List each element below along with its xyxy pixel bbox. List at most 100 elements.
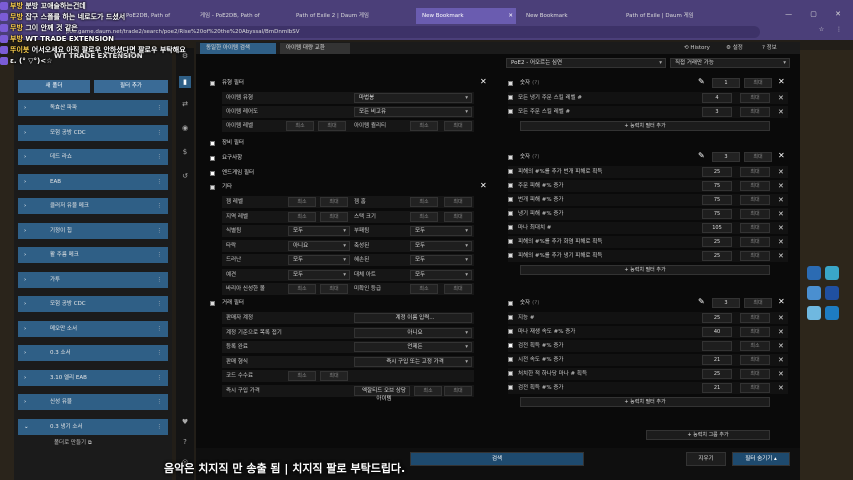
- min-input[interactable]: 최소: [288, 371, 316, 381]
- stat-checkbox[interactable]: [508, 357, 513, 362]
- section-title[interactable]: 엔드게임 필터: [222, 168, 254, 176]
- league-select[interactable]: PoE2 - 어오르는 심연 ▾: [506, 58, 666, 68]
- tab-bulk-exchange[interactable]: 아이템 대량 교환: [280, 43, 350, 54]
- stat-min-input[interactable]: 21: [702, 355, 732, 365]
- help-icon[interactable]: ?: [179, 436, 191, 448]
- sidebar-item[interactable]: › 가투 ⋮: [18, 271, 168, 288]
- stat-group-checkbox[interactable]: [508, 81, 513, 86]
- browser-tab[interactable]: Path of Exile | Daum 게임: [620, 8, 730, 24]
- stat-max-input[interactable]: 최대: [740, 195, 770, 205]
- info-button[interactable]: ? 정보: [762, 43, 777, 54]
- help-icon[interactable]: (?): [532, 154, 539, 160]
- section-checkbox[interactable]: [210, 171, 215, 176]
- max-input[interactable]: 최대: [320, 371, 348, 381]
- stat-max-input[interactable]: 최대: [740, 223, 770, 233]
- stat-checkbox[interactable]: [508, 315, 513, 320]
- close-icon[interactable]: ✕: [778, 368, 784, 380]
- filter-select[interactable]: 모두 ▾: [410, 269, 472, 280]
- history-button[interactable]: ⟲ History: [684, 43, 710, 54]
- sidebar-item[interactable]: › 데드 라쇼 ⋮: [18, 149, 168, 165]
- edit-icon[interactable]: ✎: [698, 298, 705, 306]
- close-icon[interactable]: ✕: [778, 166, 784, 178]
- stat-max-input[interactable]: 최대: [740, 167, 770, 177]
- stat-checkbox[interactable]: [508, 239, 513, 244]
- swap-icon[interactable]: ⇄: [179, 98, 191, 110]
- more-icon[interactable]: ⋮: [157, 296, 163, 312]
- more-icon[interactable]: ⋮: [157, 321, 163, 337]
- stat-min-input[interactable]: 25: [702, 313, 732, 323]
- stat-min-input[interactable]: 40: [702, 327, 732, 337]
- stat-min-input[interactable]: 75: [702, 181, 732, 191]
- filter-select[interactable]: 즉시 구입 또는 고정 가격 ▾: [354, 356, 472, 367]
- close-icon[interactable]: ✕: [778, 382, 784, 394]
- sidebar-item[interactable]: › 0.3 소서 ⋮: [18, 345, 168, 361]
- close-icon[interactable]: ✕: [778, 106, 784, 118]
- hide-filters-button[interactable]: 필터 숨기기 ▴: [732, 452, 790, 466]
- stat-max-input[interactable]: 최대: [740, 93, 770, 103]
- filter-select[interactable]: 모두 ▾: [288, 226, 350, 236]
- stat-checkbox[interactable]: [508, 253, 513, 258]
- stat-min-input[interactable]: 4: [702, 93, 732, 103]
- stat-min-input[interactable]: 25: [702, 237, 732, 247]
- stat-min-input[interactable]: 25: [702, 167, 732, 177]
- stat-checkbox[interactable]: [508, 109, 513, 114]
- min-input[interactable]: 최소: [410, 284, 438, 294]
- sidebar-item[interactable]: ⌄ 0.3 냉기 소서 ⋮: [18, 418, 168, 435]
- min-input[interactable]: 최소: [410, 211, 438, 222]
- stat-min-input[interactable]: 25: [702, 251, 732, 261]
- more-icon[interactable]: ⋮: [157, 125, 163, 141]
- sidebar-item[interactable]: › 메오만 소서 ⋮: [18, 320, 168, 337]
- group-count-input[interactable]: 3: [712, 152, 740, 162]
- max-input[interactable]: 최대: [320, 197, 348, 207]
- min-input[interactable]: 최소: [410, 197, 438, 207]
- min-input[interactable]: 최소: [288, 284, 316, 294]
- stat-min-input[interactable]: 75: [702, 209, 732, 219]
- settings-button[interactable]: ⚙ 설정: [726, 43, 743, 54]
- stat-max-input[interactable]: 최대: [740, 313, 770, 323]
- clear-button[interactable]: 지우기: [686, 452, 726, 466]
- max-input[interactable]: 최대: [444, 197, 472, 207]
- stat-checkbox[interactable]: [508, 197, 513, 202]
- stat-max-input[interactable]: 최대: [740, 181, 770, 191]
- stat-max-input[interactable]: 최대: [740, 369, 770, 379]
- close-icon[interactable]: ✕: [778, 222, 784, 234]
- stat-checkbox[interactable]: [508, 343, 513, 348]
- sidebar-item[interactable]: › 모험 공방 CDC ⋮: [18, 124, 168, 141]
- close-icon[interactable]: ✕: [778, 298, 785, 306]
- filter-select[interactable]: 아니요 ▾: [288, 240, 350, 251]
- close-icon[interactable]: ✕: [778, 78, 785, 86]
- more-icon[interactable]: ⋮: [157, 198, 163, 214]
- stat-min-input[interactable]: 75: [702, 195, 732, 205]
- stat-checkbox[interactable]: [508, 169, 513, 174]
- filter-select[interactable]: 모두 ▾: [410, 255, 472, 265]
- close-icon[interactable]: ✕: [480, 78, 487, 86]
- stat-checkbox[interactable]: [508, 385, 513, 390]
- group-max-input[interactable]: 최대: [744, 78, 772, 88]
- stat-max-input[interactable]: 최대: [740, 107, 770, 117]
- help-icon[interactable]: (?): [532, 300, 539, 306]
- filter-select[interactable]: 모두 ▾: [288, 255, 350, 265]
- close-icon[interactable]: ✕: [778, 236, 784, 248]
- history-icon[interactable]: ↺: [179, 170, 191, 182]
- close-icon[interactable]: ✕: [778, 92, 784, 104]
- group-count-input[interactable]: 1: [712, 78, 740, 88]
- stat-max-input[interactable]: 최대: [740, 251, 770, 261]
- max-input[interactable]: 최대: [444, 284, 472, 294]
- close-icon[interactable]: ✕: [778, 194, 784, 206]
- more-icon[interactable]: ⋮: [157, 394, 163, 410]
- extension-icons[interactable]: ☆ ⋮: [819, 26, 847, 33]
- sidebar-item[interactable]: › 모험 공방 CDC ⋮: [18, 296, 168, 312]
- max-input[interactable]: 최대: [320, 284, 348, 294]
- filter-select[interactable]: 모두 ▾: [288, 269, 350, 280]
- eye-icon[interactable]: ◉: [179, 122, 191, 134]
- section-title[interactable]: 요구사항: [222, 153, 242, 161]
- stat-checkbox[interactable]: [508, 95, 513, 100]
- min-input[interactable]: 최소: [288, 197, 316, 207]
- more-icon[interactable]: ⋮: [157, 272, 163, 288]
- more-icon[interactable]: ⋮: [157, 419, 163, 435]
- close-icon[interactable]: ✕: [778, 340, 784, 352]
- max-input[interactable]: 최대: [444, 121, 472, 131]
- add-stat-group-button[interactable]: + 능력치 그룹 추가: [646, 430, 770, 440]
- stat-checkbox[interactable]: [508, 183, 513, 188]
- filter-select[interactable]: 계정 이름 입력...: [354, 313, 472, 323]
